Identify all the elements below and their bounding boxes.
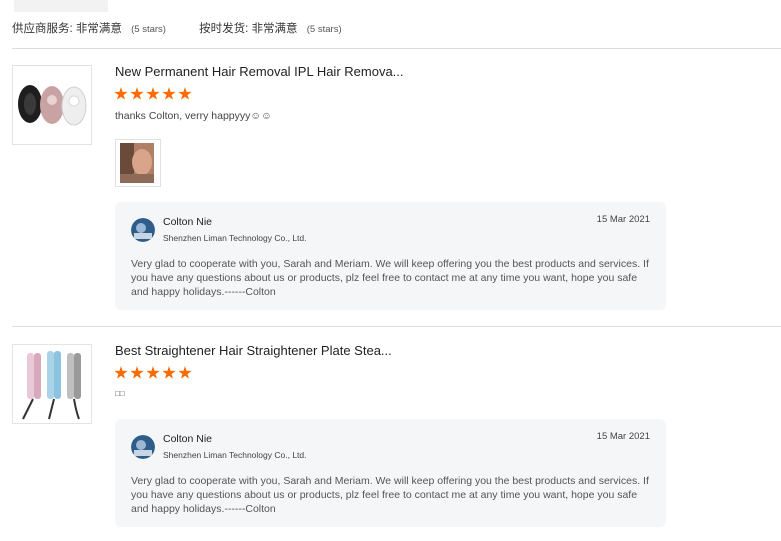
seller-name: Colton Nie [163,433,213,445]
customer-photo-image [120,143,154,183]
review-text: thanks Colton, verry happyyy☺☺ [115,110,272,122]
star-icon [162,366,176,379]
star-icon [130,366,144,379]
star-icon [130,87,144,100]
hair-straightener-image [22,351,81,420]
reply-date: 15 Mar 2021 [596,214,650,225]
supplier-service-rating: 供应商服务: 非常满意 (5 stars) [12,20,166,36]
rating-note: (5 stars) [306,24,342,35]
star-icon [146,366,160,379]
avatar-icon [131,218,155,242]
rating-value: 非常满意 [251,23,298,35]
rating-label: 按时发货: [199,23,249,35]
product-title-link[interactable]: New Permanent Hair Removal IPL Hair Remo… [115,64,404,79]
product-thumbnail[interactable] [12,65,92,145]
review-photo[interactable] [115,139,161,187]
divider [12,326,781,327]
product-thumbnail[interactable] [12,344,92,424]
seller-name: Colton Nie [163,216,213,228]
star-icon [146,87,160,100]
star-icon [162,87,176,100]
star-icon [178,87,192,100]
divider [12,48,781,49]
reply-text: Very glad to cooperate with you, Sarah a… [131,475,649,515]
seller-avatar [131,435,155,459]
seller-company: Shenzhen Liman Technology Co., Ltd. [163,450,307,460]
seller-company: Shenzhen Liman Technology Co., Ltd. [163,233,307,243]
top-placeholder [14,0,108,12]
rating-value: 非常满意 [75,23,122,35]
reply-text: Very glad to cooperate with you, Sarah a… [131,258,649,298]
star-icon [178,366,192,379]
seller-reply: Colton Nie Shenzhen Liman Technology Co.… [115,419,666,527]
star-rating [114,366,192,380]
avatar-icon [131,435,155,459]
product-title-link[interactable]: Best Straightener Hair Straightener Plat… [115,343,392,358]
rating-label: 供应商服务: [12,23,73,35]
seller-avatar [131,218,155,242]
star-icon [114,87,128,100]
star-icon [114,366,128,379]
rating-note: (5 stars) [131,24,166,35]
review-text: □□ [115,389,125,398]
overall-ratings: 供应商服务: 非常满意 (5 stars) 按时发货: 非常满意 (5 star… [12,20,372,36]
seller-reply: Colton Nie Shenzhen Liman Technology Co.… [115,202,666,310]
ipl-device-image [18,85,87,126]
reply-date: 15 Mar 2021 [596,431,650,442]
star-rating [114,87,192,101]
on-time-shipment-rating: 按时发货: 非常满意 (5 stars) [199,20,341,36]
